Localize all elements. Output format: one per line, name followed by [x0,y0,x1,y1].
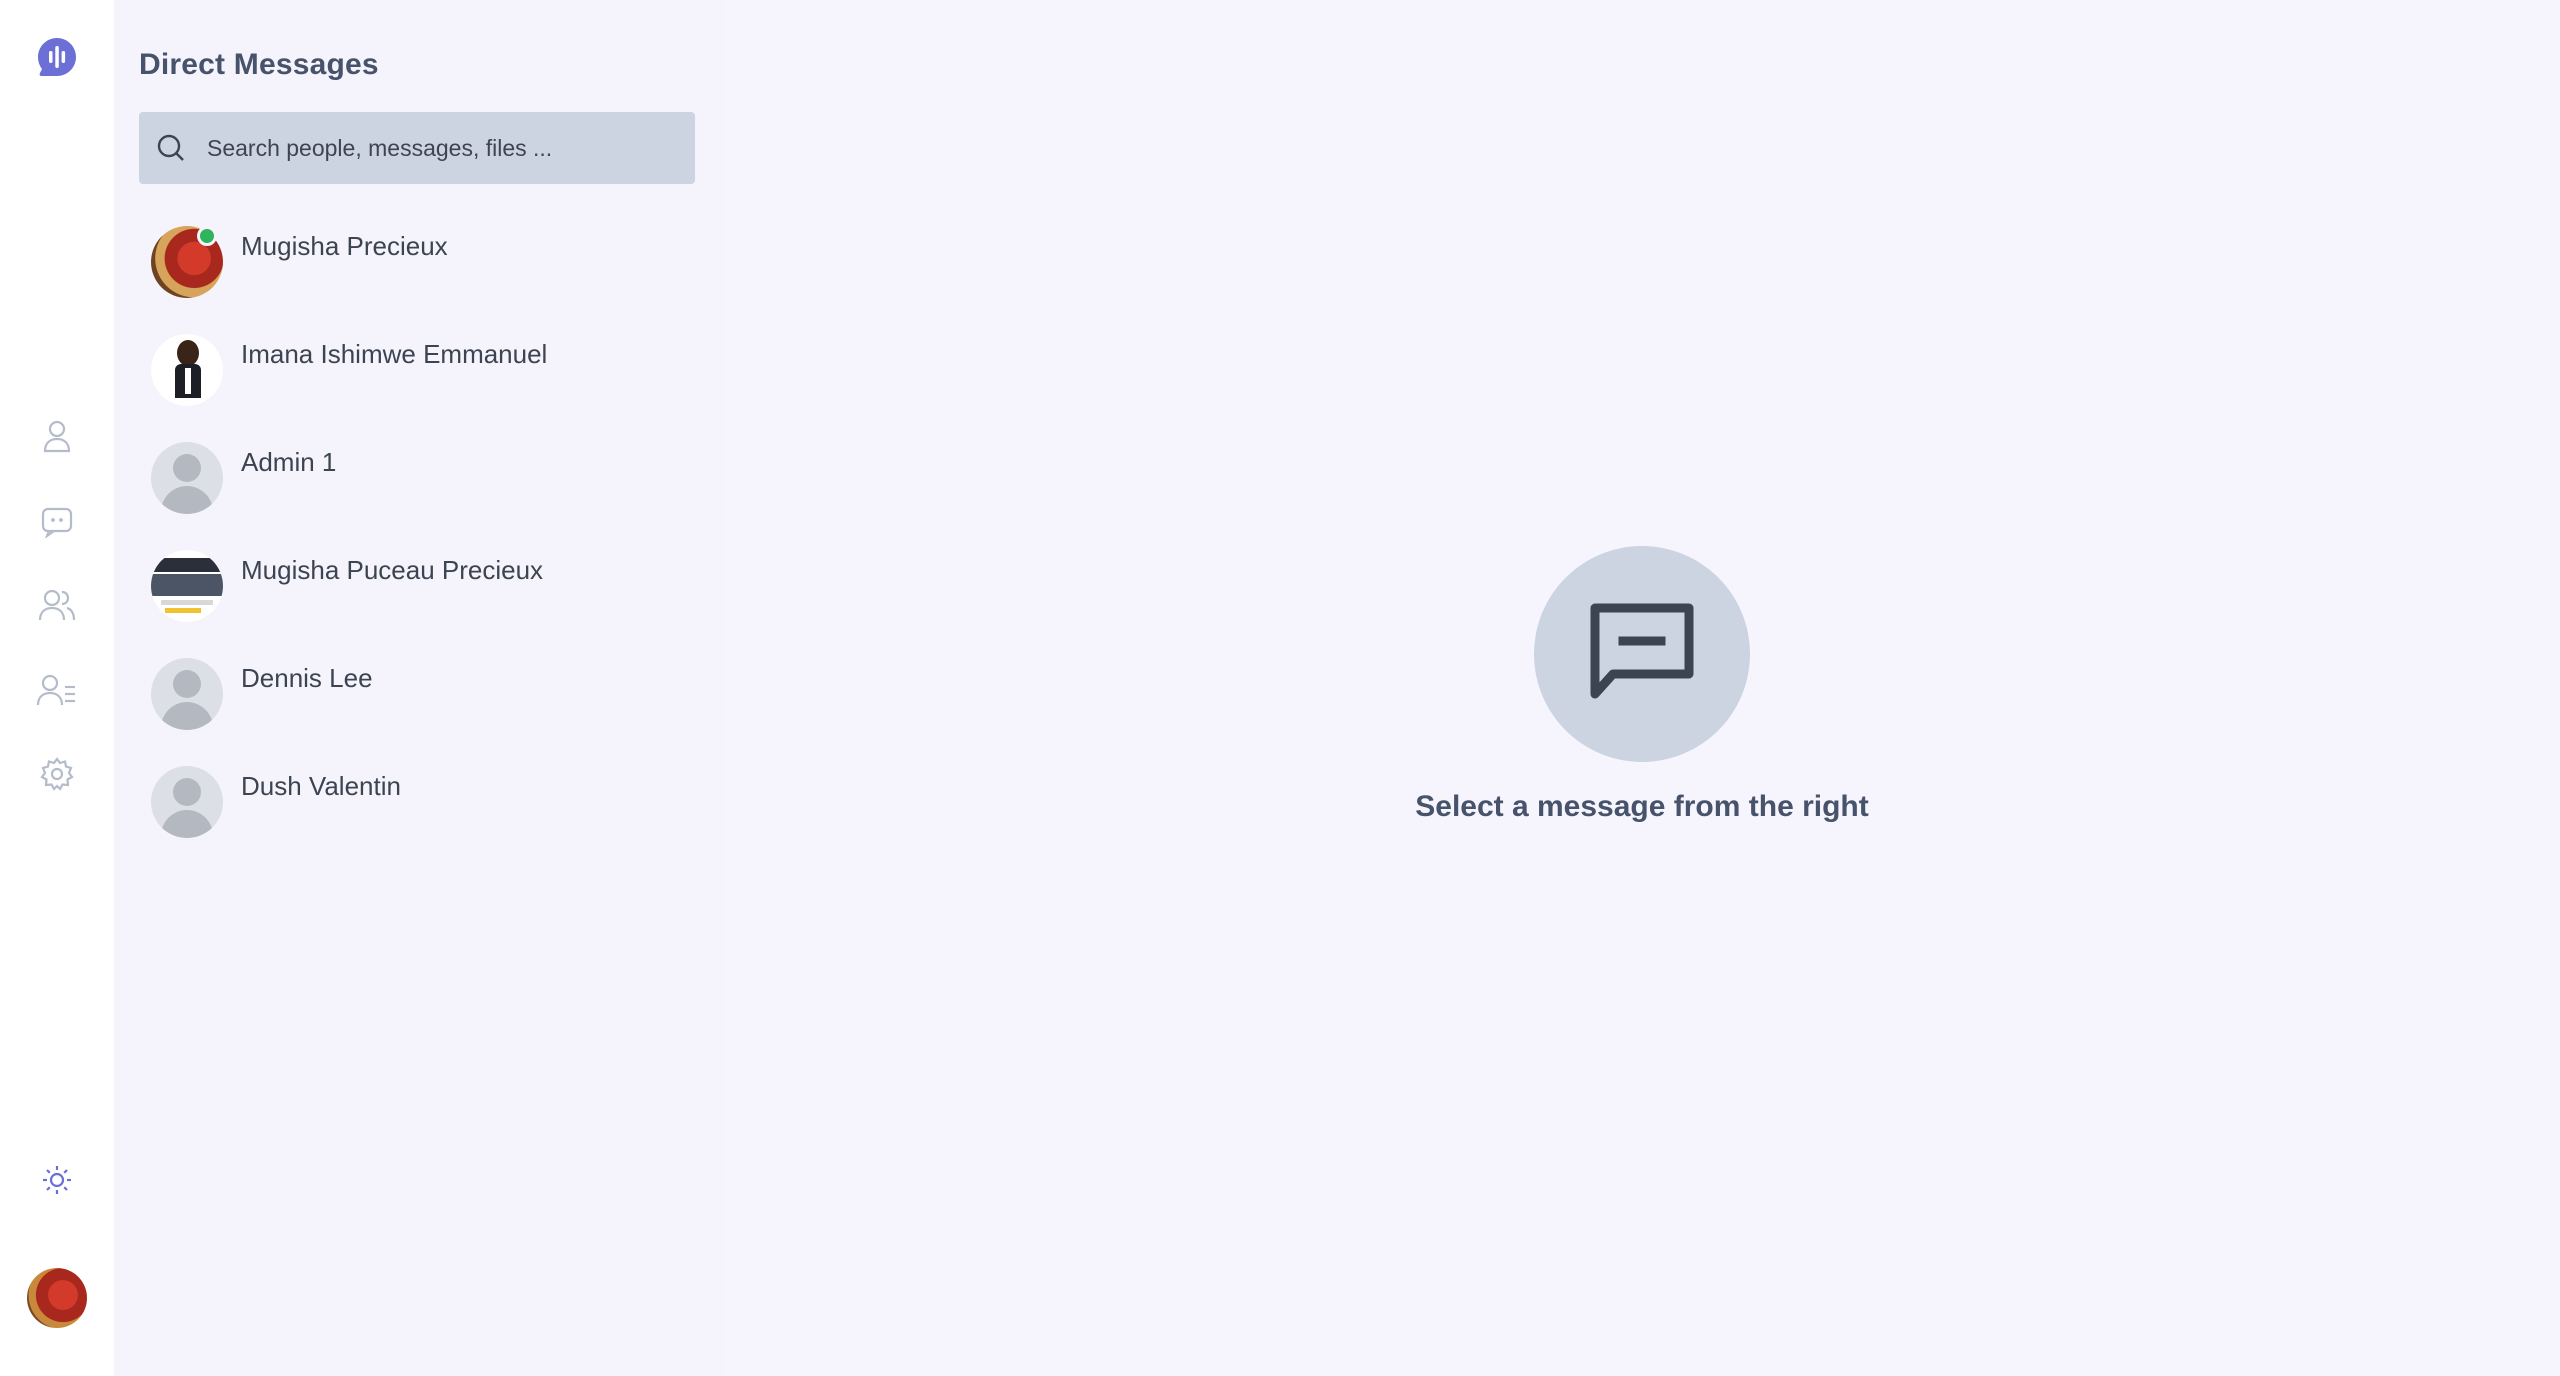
avatar [151,334,223,406]
direct-messages-panel: Direct Messages Mugisha Precieux Imana [114,0,724,1376]
conversation-area: Select a message from the right [724,0,2560,1376]
search-input[interactable] [207,134,677,162]
empty-state-text: Select a message from the right [1415,790,1869,823]
nav-profile-button[interactable] [33,412,81,460]
gear-icon [40,757,74,791]
avatar [151,766,223,838]
contacts-list-icon [37,673,77,707]
avatar [151,550,223,622]
nav-chats-button[interactable] [33,498,81,546]
avatar [151,442,223,514]
contact-item[interactable]: Imana Ishimwe Emmanuel [139,324,695,432]
online-status-dot [197,226,217,246]
nav-contacts-button[interactable] [33,666,81,714]
contact-item[interactable]: Mugisha Puceau Precieux [139,540,695,648]
avatar [151,658,223,730]
contact-list: Mugisha Precieux Imana Ishimwe Emmanuel … [139,216,695,864]
user-icon [42,419,72,453]
search-icon [155,132,187,164]
contact-name: Mugisha Precieux [241,231,448,261]
nav-groups-button[interactable] [33,581,81,629]
sun-icon [42,1165,72,1195]
contact-name: Dush Valentin [241,771,401,801]
contact-item[interactable]: Mugisha Precieux [139,216,695,324]
contact-name: Admin 1 [241,447,337,477]
empty-state: Select a message from the right [724,546,2560,824]
panel-title: Direct Messages [139,48,379,81]
nav-rail [0,0,114,1376]
theme-toggle-button[interactable] [33,1156,81,1204]
contact-name: Mugisha Puceau Precieux [241,555,544,585]
contact-item[interactable]: Admin 1 [139,432,695,540]
chat-bubble-icon [40,506,74,538]
message-square-icon [1587,600,1697,709]
audio-bars-icon[interactable] [34,34,80,80]
current-user-avatar[interactable] [27,1268,87,1328]
contact-item[interactable]: Dennis Lee [139,648,695,756]
search-bar [139,112,695,184]
users-icon [38,588,76,622]
app-root: Direct Messages Mugisha Precieux Imana [0,0,2560,1376]
contact-name: Imana Ishimwe Emmanuel [241,339,548,369]
nav-settings-button[interactable] [33,750,81,798]
contact-item[interactable]: Dush Valentin [139,756,695,864]
empty-state-icon-wrapper [1534,546,1750,762]
contact-name: Dennis Lee [241,663,373,693]
